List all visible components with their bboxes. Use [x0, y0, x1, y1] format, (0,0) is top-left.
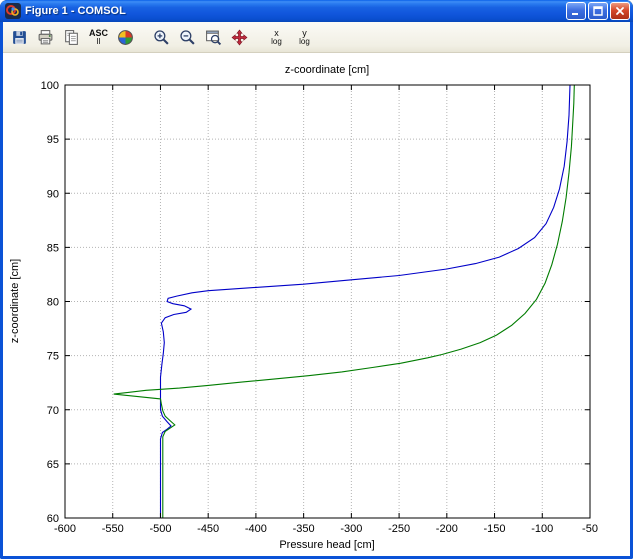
- figure-window: Figure 1 - COMSOL: [0, 0, 633, 559]
- plot-area: -600-550-500-450-400-350-300-250-200-150…: [3, 53, 630, 556]
- y-tick-label: 60: [47, 513, 59, 525]
- chart-title: z-coordinate [cm]: [285, 64, 369, 76]
- x-tick-label: -500: [149, 523, 171, 535]
- toolbar-separator: [139, 37, 148, 38]
- y-log-button[interactable]: y log: [291, 25, 318, 50]
- zoom-in-icon: [153, 29, 170, 46]
- save-button[interactable]: [7, 25, 32, 50]
- x-tick-label: -200: [436, 523, 458, 535]
- y-tick-label: 75: [47, 351, 59, 363]
- zoom-in-button[interactable]: [149, 25, 174, 50]
- pan-button[interactable]: [227, 25, 252, 50]
- plot-canvas[interactable]: -600-550-500-450-400-350-300-250-200-150…: [41, 80, 598, 535]
- close-button[interactable]: [610, 2, 630, 20]
- zoom-window-icon: [205, 29, 222, 46]
- toolbar: ASC II: [3, 22, 630, 53]
- window-title: Figure 1 - COMSOL: [25, 5, 562, 17]
- y-tick-label: 70: [47, 405, 59, 417]
- x-tick-label: -450: [197, 523, 219, 535]
- chart-canvas[interactable]: -600-550-500-450-400-350-300-250-200-150…: [3, 53, 630, 556]
- maximize-icon: [593, 6, 603, 16]
- x-tick-label: -550: [102, 523, 124, 535]
- y-axis-label: z-coordinate [cm]: [9, 259, 21, 343]
- minimize-icon: [571, 6, 581, 16]
- y-log-label-bottom: log: [299, 38, 310, 46]
- comsol-app-icon: [5, 3, 21, 19]
- y-tick-label: 85: [47, 242, 59, 254]
- x-tick-label: -100: [531, 523, 553, 535]
- x-tick-label: -250: [388, 523, 410, 535]
- zoom-window-button[interactable]: [201, 25, 226, 50]
- y-tick-label: 65: [47, 459, 59, 471]
- y-tick-label: 80: [47, 297, 59, 309]
- x-log-button[interactable]: x log: [263, 25, 290, 50]
- x-tick-label: -400: [245, 523, 267, 535]
- minimize-button[interactable]: [566, 2, 586, 20]
- ascii-export-label-bottom: II: [96, 38, 100, 46]
- toolbar-separator: [253, 37, 262, 38]
- zoom-out-button[interactable]: [175, 25, 200, 50]
- print-icon: [37, 29, 54, 46]
- copy-icon: [63, 29, 80, 46]
- edit-plot-parameters-button[interactable]: [113, 25, 138, 50]
- y-tick-label: 100: [41, 80, 59, 92]
- edit-plot-parameters-icon: [117, 29, 134, 46]
- close-icon: [615, 6, 625, 16]
- zoom-out-icon: [179, 29, 196, 46]
- print-button[interactable]: [33, 25, 58, 50]
- maximize-button[interactable]: [588, 2, 608, 20]
- x-log-label-bottom: log: [271, 38, 282, 46]
- x-axis-label: Pressure head [cm]: [279, 539, 374, 551]
- pan-icon: [231, 29, 248, 46]
- y-tick-label: 90: [47, 188, 59, 200]
- x-tick-label: -300: [340, 523, 362, 535]
- copy-button[interactable]: [59, 25, 84, 50]
- y-tick-label: 95: [47, 134, 59, 146]
- ascii-export-button[interactable]: ASC II: [85, 25, 112, 50]
- x-tick-label: -50: [582, 523, 598, 535]
- x-tick-label: -150: [484, 523, 506, 535]
- x-tick-label: -350: [293, 523, 315, 535]
- titlebar[interactable]: Figure 1 - COMSOL: [0, 0, 633, 22]
- save-icon: [11, 29, 28, 46]
